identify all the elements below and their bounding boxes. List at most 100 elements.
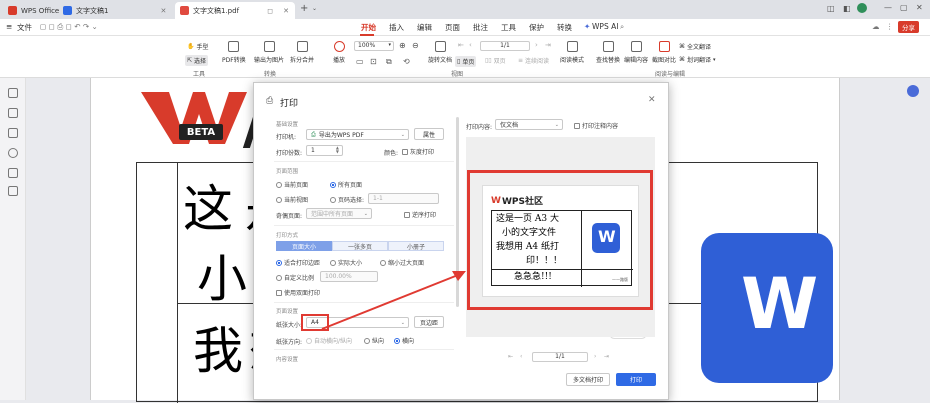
tab-multi-page[interactable]: 一张多页	[332, 241, 388, 251]
edit-content-button[interactable]: 编辑内容	[624, 41, 648, 64]
first-page-icon[interactable]: ⇤	[458, 41, 464, 49]
print-button[interactable]: 打印	[616, 373, 656, 386]
page-select-radio[interactable]: 页码选择:	[330, 195, 364, 204]
duplex-checkbox[interactable]: 使用双面打印	[276, 288, 320, 297]
zoom-select[interactable]: 100% ▾	[354, 41, 394, 51]
search-icon[interactable]: ⌕	[620, 22, 624, 32]
image-export-icon	[263, 41, 275, 52]
reverse-print-checkbox[interactable]: 逆序打印	[404, 210, 436, 219]
rotate-left-icon[interactable]: ⟲	[403, 57, 410, 66]
current-view-radio[interactable]: 当前视图	[276, 195, 308, 204]
layers-icon[interactable]	[8, 186, 18, 196]
close-tab-icon[interactable]: ✕	[160, 7, 166, 15]
hamburger-icon[interactable]: ≡	[6, 22, 12, 31]
copies-stepper[interactable]: 1 ▲ ▼	[306, 145, 343, 156]
rotate-doc-button[interactable]: 旋转文档	[428, 41, 452, 64]
split-merge-button[interactable]: 拆分合并	[290, 41, 314, 64]
all-pages-radio[interactable]: 所有页面	[330, 180, 362, 189]
attachment-icon[interactable]	[8, 148, 18, 158]
menu-page[interactable]: 页面	[445, 22, 460, 33]
odd-even-select[interactable]: 范围中所有页面 ⌄	[306, 208, 372, 219]
menu-protect[interactable]: 保护	[529, 22, 544, 33]
new-tab-icon[interactable]: +	[300, 3, 308, 14]
print-content-select[interactable]: 仅文档 ⌄	[495, 119, 563, 130]
maximize-icon[interactable]: ▢	[900, 3, 908, 12]
menu-wps-ai[interactable]: WPS AI	[592, 22, 618, 31]
landscape-radio[interactable]: 横向	[394, 336, 414, 345]
current-page-radio[interactable]: 当前页面	[276, 180, 308, 189]
read-mode-button[interactable]: 阅读模式	[560, 41, 584, 64]
zoom-out-icon[interactable]: ⊖	[412, 41, 419, 50]
screenshot-compare-button[interactable]: 截图对比	[652, 41, 676, 64]
prev-page-icon[interactable]: ‹	[469, 41, 472, 49]
close-tab-icon[interactable]: ✕	[283, 7, 289, 15]
cloud-icon[interactable]: ☁	[872, 22, 880, 31]
first-page-icon[interactable]: ⇤	[508, 353, 513, 360]
printer-select[interactable]: ⎙ 导出为WPS PDF ⌄	[306, 129, 409, 140]
last-page-icon[interactable]: ⇥	[604, 353, 609, 360]
actual-size-icon[interactable]: ⧉	[386, 57, 392, 67]
menu-tools[interactable]: 工具	[501, 22, 516, 33]
signature-icon[interactable]	[8, 168, 18, 178]
find-replace-button[interactable]: 查找替换	[596, 41, 620, 64]
assistant-float-icon[interactable]	[907, 85, 919, 97]
properties-button[interactable]: 属性	[414, 128, 444, 140]
menu-convert[interactable]: 转换	[557, 22, 572, 33]
custom-scale-radio[interactable]: 自定义比例	[276, 273, 314, 282]
skin-icon[interactable]: ◧	[843, 4, 851, 13]
page-select-input[interactable]: 1-1	[368, 193, 439, 204]
tab-pdf[interactable]: 文字文稿1.pdf ◻ ✕	[175, 2, 295, 19]
fit-page-icon[interactable]: ⊡	[370, 57, 377, 66]
continuous-read-button[interactable]: ≡ 连续阅读	[518, 56, 549, 65]
bookmark-icon[interactable]	[8, 88, 18, 98]
minimize-icon[interactable]: —	[884, 3, 892, 12]
pdf-convert-button[interactable]: PDF转换	[222, 41, 246, 64]
grayscale-checkbox[interactable]: 灰度打印	[402, 147, 434, 156]
chevron-down-icon: ▾	[388, 42, 391, 48]
wps-ai-icon[interactable]: ✦	[584, 22, 590, 31]
preview-page-input[interactable]: 1/1	[532, 352, 588, 362]
translate-icon: ⌘	[679, 43, 685, 50]
full-translate-button[interactable]: ⌘ 全文翻译	[679, 42, 711, 51]
multi-document-print-button[interactable]: 多文档打印	[566, 373, 610, 386]
next-page-icon[interactable]: ›	[535, 41, 538, 49]
menu-home[interactable]: 开始	[361, 22, 376, 33]
hand-tool-button[interactable]: ✋ 手型	[187, 42, 209, 51]
menu-edit[interactable]: 编辑	[417, 22, 432, 33]
window-layout-icon[interactable]: ◫	[827, 4, 835, 13]
thumbnail-icon[interactable]	[8, 108, 18, 118]
tab-document[interactable]: 文字文稿1 ✕	[58, 2, 171, 19]
share-button[interactable]: 分享	[898, 21, 919, 33]
auto-orientation-radio[interactable]: 自动横向/纵向	[306, 336, 352, 345]
avatar[interactable]	[857, 3, 867, 13]
menu-annotate[interactable]: 批注	[473, 22, 488, 33]
close-dialog-icon[interactable]: ✕	[648, 95, 656, 105]
fit-width-icon[interactable]: ▭	[356, 57, 364, 66]
tab-wps-office[interactable]: WPS Office	[3, 2, 64, 19]
single-page-button[interactable]: ▯ 单页	[455, 56, 477, 67]
quick-toolbar-icons[interactable]: ◻ ◻ ⎙ ◻ ↶ ↷ ⌄	[40, 22, 98, 32]
pin-icon[interactable]: ◻	[267, 7, 273, 15]
chevron-down-icon[interactable]: ⌄	[312, 5, 317, 12]
portrait-radio[interactable]: 纵向	[364, 336, 384, 345]
tab-booklet[interactable]: 小册子	[388, 241, 444, 251]
prev-page-icon[interactable]: ‹	[520, 353, 522, 360]
doc-char: 这	[183, 180, 233, 238]
export-image-button[interactable]: 输出为图片	[254, 41, 284, 64]
menu-file[interactable]: 文件	[17, 22, 32, 33]
translate-word-button[interactable]: ⌘ 划词翻译 ▾	[679, 55, 716, 64]
more-icon[interactable]: ⋮	[886, 22, 894, 31]
fit-margin-radio[interactable]: 适合打印边距	[276, 258, 320, 267]
play-button[interactable]: 播放	[333, 41, 345, 64]
double-page-button[interactable]: ▯▯ 双页	[485, 56, 506, 65]
tab-page-size[interactable]: 页面大小	[276, 241, 332, 251]
page-number-input[interactable]: 1/1	[480, 41, 530, 51]
close-window-icon[interactable]: ✕	[916, 3, 923, 12]
menu-insert[interactable]: 插入	[389, 22, 404, 33]
select-tool-button[interactable]: ⇱ 选择	[185, 55, 209, 66]
next-page-icon[interactable]: ›	[594, 353, 596, 360]
last-page-icon[interactable]: ⇥	[545, 41, 551, 49]
zoom-in-icon[interactable]: ⊕	[399, 41, 406, 50]
comment-icon[interactable]	[8, 128, 18, 138]
print-annotations-checkbox[interactable]: 打印注释内容	[574, 121, 618, 130]
